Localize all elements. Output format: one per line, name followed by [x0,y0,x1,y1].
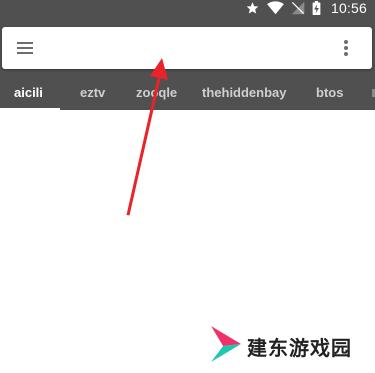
tab-bar: aicili eztv zooqle thehiddenbay btos [0,79,375,110]
watermark-logo-icon [209,324,243,369]
wifi-icon [267,0,284,15]
watermark-text: 建东游戏园 [247,335,352,360]
tab-eztv[interactable]: eztv [80,79,105,110]
tab-btos[interactable]: btos [316,79,343,110]
tab-thehiddenbay[interactable]: thehiddenbay [202,79,287,110]
star-icon [245,1,260,15]
search-input[interactable] [54,35,324,61]
tab-zooqle[interactable]: zooqle [136,79,177,110]
status-bar: 10:56 [0,0,375,18]
status-icons: 10:56 [245,0,367,16]
battery-charging-icon [312,0,321,15]
no-signal-icon [291,1,305,15]
menu-icon[interactable] [15,40,37,56]
tab-aicili[interactable]: aicili [14,79,43,110]
more-vertical-icon[interactable] [334,38,358,58]
status-clock: 10:56 [330,0,367,16]
watermark: 建东游戏园 [209,323,352,369]
search-bar[interactable] [2,27,372,69]
